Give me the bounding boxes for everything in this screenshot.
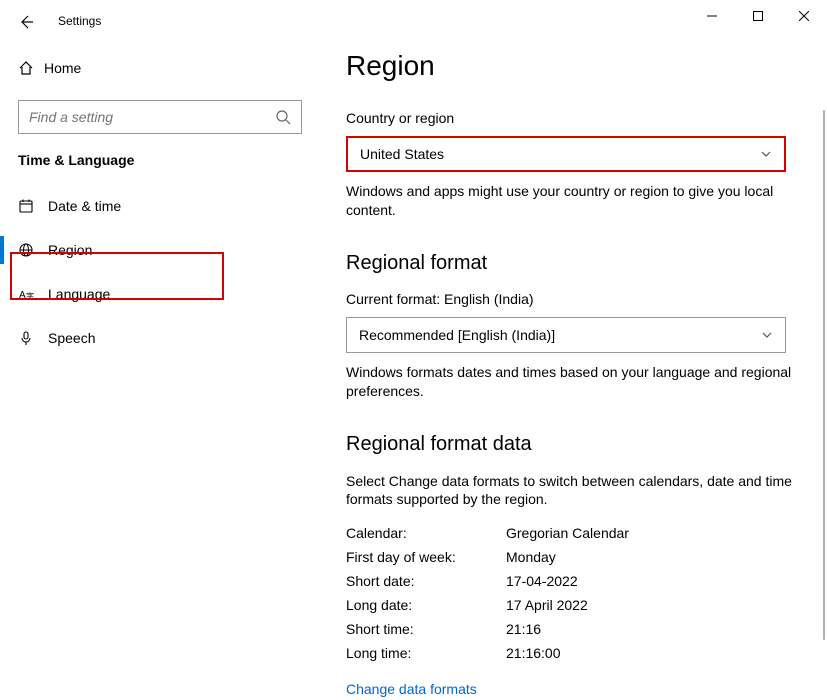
country-value: United States xyxy=(360,146,444,162)
format-table: Calendar:Gregorian Calendar First day of… xyxy=(346,521,815,665)
title-bar xyxy=(0,0,827,32)
current-format-label: Current format: English (India) xyxy=(346,291,815,307)
home-label: Home xyxy=(44,60,81,76)
nav-label: Language xyxy=(48,286,110,302)
microphone-icon xyxy=(18,330,48,346)
svg-text:A: A xyxy=(19,290,26,301)
format-dropdown[interactable]: Recommended [English (India)] xyxy=(346,317,786,353)
window-title: Settings xyxy=(58,14,101,28)
category-heading: Time & Language xyxy=(18,152,320,168)
regional-format-heading: Regional format xyxy=(346,252,815,275)
format-data-desc: Select Change data formats to switch bet… xyxy=(346,472,796,510)
clock-icon xyxy=(18,198,48,214)
table-row: Long date:17 April 2022 xyxy=(346,593,815,617)
country-desc: Windows and apps might use your country … xyxy=(346,182,796,220)
content-area: Region Country or region United States W… xyxy=(346,50,815,700)
format-data-heading: Regional format data xyxy=(346,433,815,456)
table-row: Short date:17-04-2022 xyxy=(346,569,815,593)
svg-text:字: 字 xyxy=(26,291,34,301)
country-dropdown[interactable]: United States xyxy=(346,136,786,172)
globe-icon xyxy=(18,242,48,258)
chevron-down-icon xyxy=(761,329,773,341)
sidebar: Home Time & Language Date & time Region … xyxy=(0,48,320,360)
sidebar-item-region[interactable]: Region xyxy=(0,228,320,272)
search-input-container[interactable] xyxy=(18,100,302,134)
sidebar-item-language[interactable]: A字 Language xyxy=(0,272,320,316)
page-title: Region xyxy=(346,50,815,82)
sidebar-item-speech[interactable]: Speech xyxy=(0,316,320,360)
close-button[interactable] xyxy=(781,0,827,32)
nav-label: Region xyxy=(48,242,92,258)
table-row: Long time:21:16:00 xyxy=(346,641,815,665)
minimize-button[interactable] xyxy=(689,0,735,32)
search-input[interactable] xyxy=(29,109,275,125)
table-row: Short time:21:16 xyxy=(346,617,815,641)
home-icon xyxy=(18,60,44,76)
search-icon xyxy=(275,109,291,125)
nav-label: Date & time xyxy=(48,198,121,214)
chevron-down-icon xyxy=(760,148,772,160)
change-data-formats-link[interactable]: Change data formats xyxy=(346,681,477,697)
language-icon: A字 xyxy=(18,286,48,302)
sidebar-item-date-time[interactable]: Date & time xyxy=(0,184,320,228)
nav-label: Speech xyxy=(48,330,95,346)
table-row: Calendar:Gregorian Calendar xyxy=(346,521,815,545)
format-value: Recommended [English (India)] xyxy=(359,327,555,343)
table-row: First day of week:Monday xyxy=(346,545,815,569)
maximize-button[interactable] xyxy=(735,0,781,32)
format-desc: Windows formats dates and times based on… xyxy=(346,363,796,401)
back-button[interactable] xyxy=(18,14,34,30)
home-nav[interactable]: Home xyxy=(0,48,320,88)
scrollbar-thumb[interactable] xyxy=(823,110,825,640)
country-label: Country or region xyxy=(346,110,815,126)
